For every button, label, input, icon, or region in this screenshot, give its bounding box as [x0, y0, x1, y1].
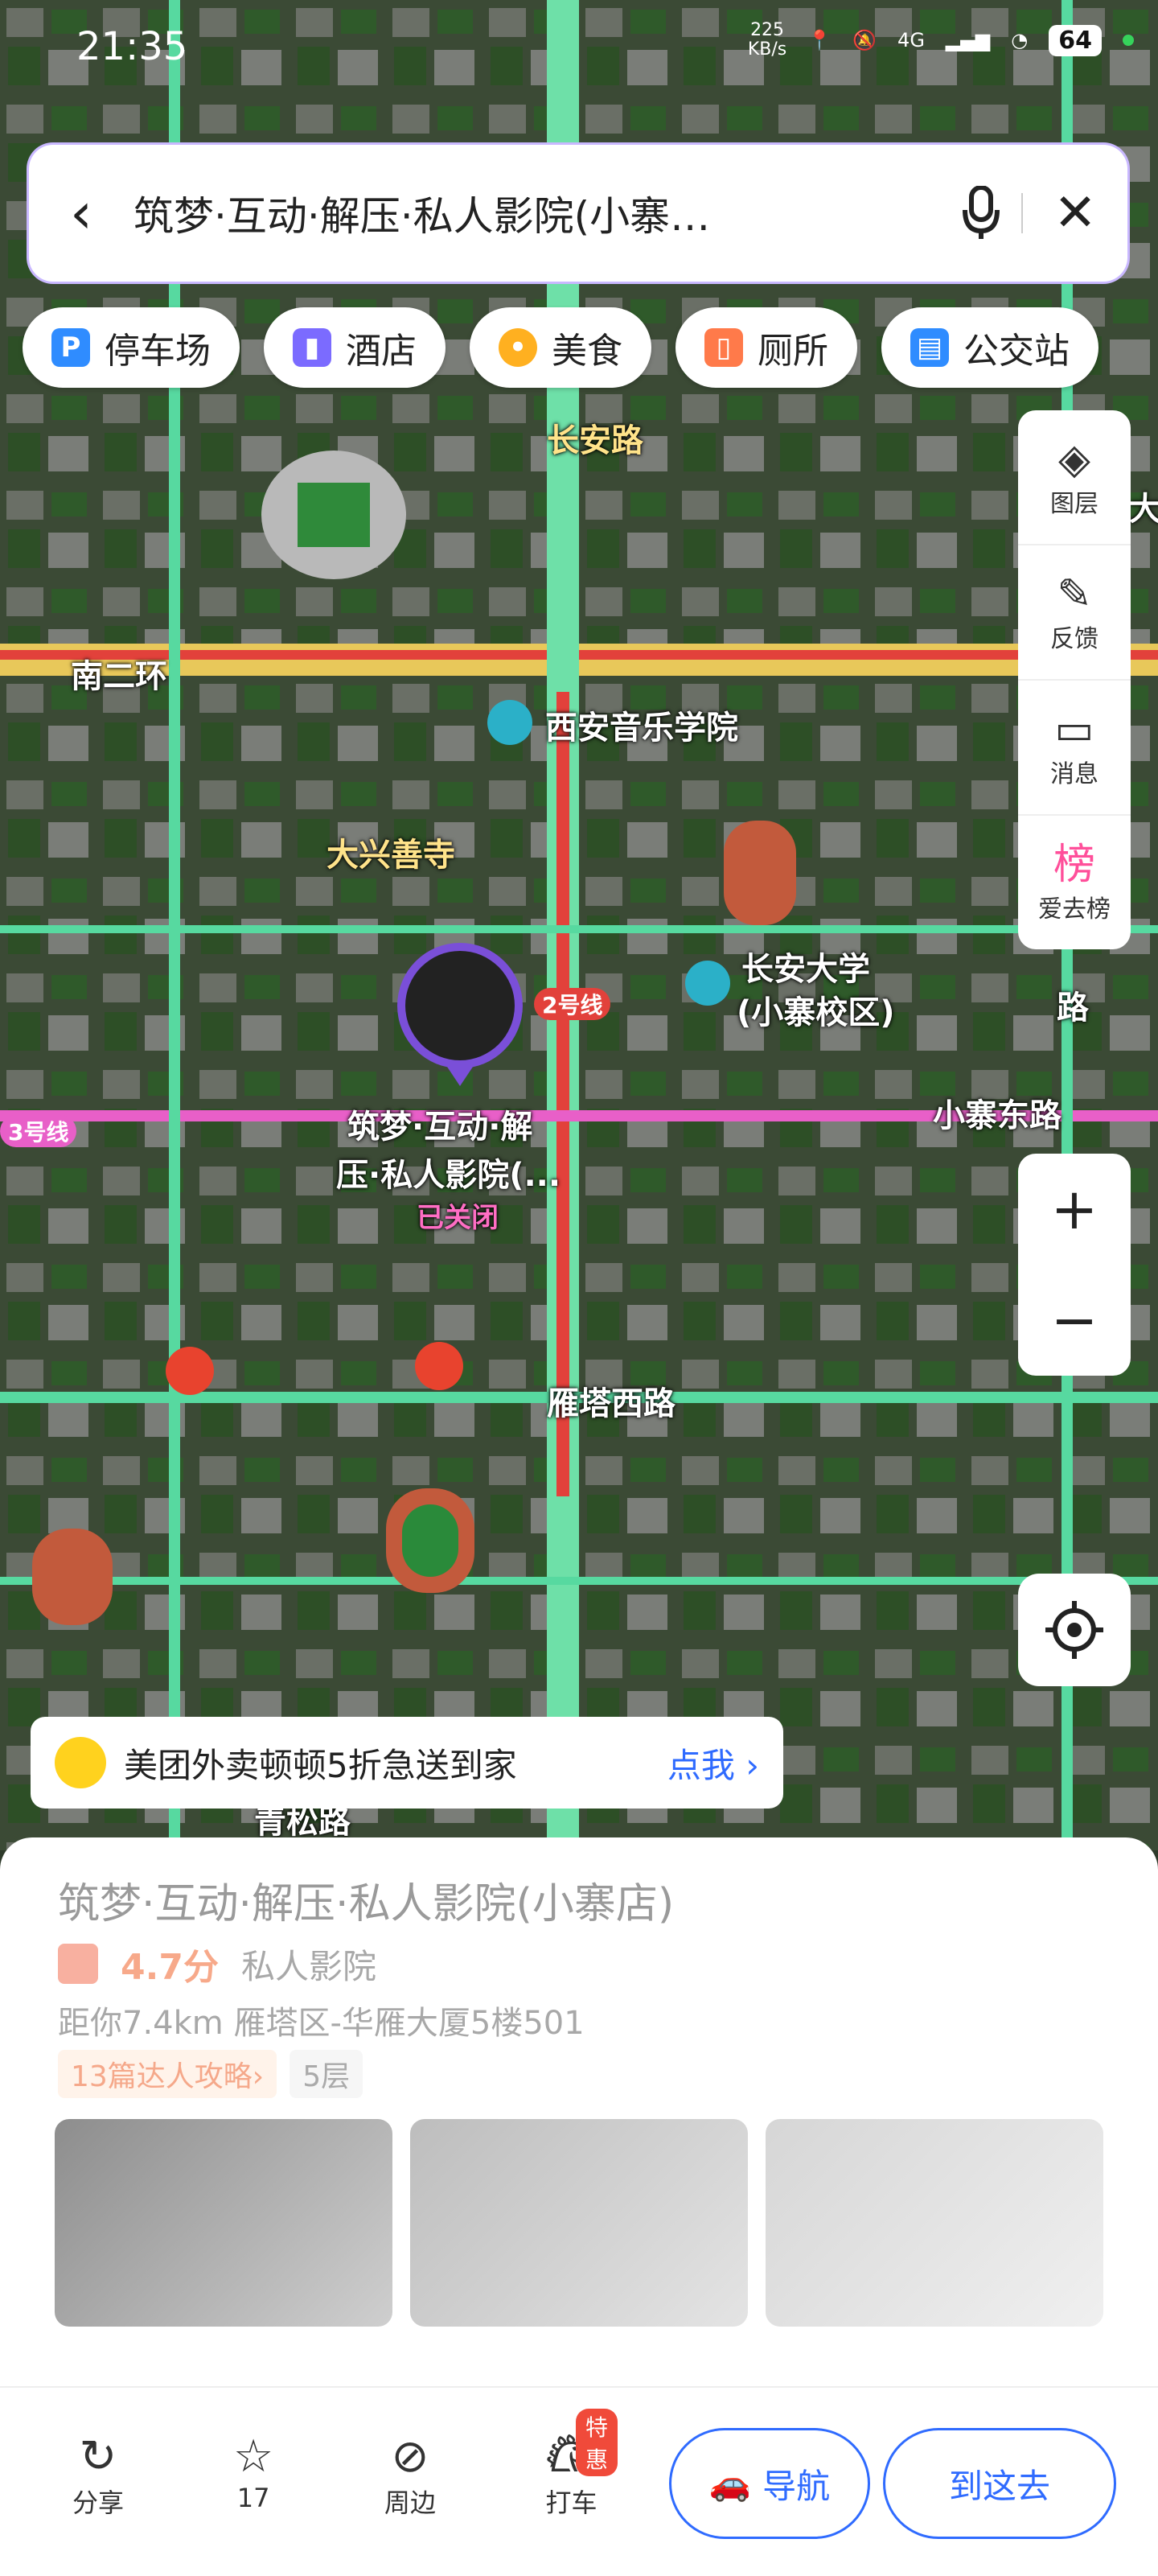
tool-feedback[interactable]: ✎ 反馈	[1018, 545, 1131, 681]
tool-message[interactable]: ▭ 消息	[1018, 681, 1131, 816]
status-time: 21:35	[76, 24, 188, 69]
rating-row: 4.7分 私人影院	[58, 1938, 376, 1990]
road-label-changan: 长安路	[547, 418, 643, 463]
road-label-xiaozhai-east: 小寨东路	[933, 1097, 1062, 1134]
map-tools: ◈ 图层 ✎ 反馈 ▭ 消息 榜爱去榜	[1018, 410, 1131, 949]
poi-status: 已关闭	[417, 1202, 499, 1234]
battery-level: 64	[1049, 24, 1102, 56]
road-label-ring: 南二环	[71, 658, 167, 695]
food-icon: •	[499, 328, 537, 367]
back-icon[interactable]: ‹	[29, 145, 133, 282]
wifi-icon: ◔	[1011, 29, 1029, 51]
ranking-icon: 榜	[1053, 841, 1095, 889]
poi-label-university-sub: (小寨校区)	[737, 994, 895, 1031]
road-label-edge-2: 大	[1129, 491, 1158, 528]
feedback-icon: ✎	[1057, 570, 1092, 619]
bus-stop-icon: ▤	[910, 328, 949, 367]
taxi-badge: 特惠	[576, 2409, 618, 2476]
chip-bus-stop[interactable]: ▤ 公交站	[881, 307, 1098, 388]
action-bar: ↻ 分享 ☆ 17 ⊘ 周边 特惠 𐂃 打车 🚗 导航 到这去	[0, 2386, 1158, 2576]
photo-strip	[55, 2119, 1103, 2327]
go-here-button[interactable]: 到这去	[883, 2428, 1116, 2539]
locate-button[interactable]	[1018, 1574, 1131, 1686]
mute-icon: 🔕	[852, 29, 877, 51]
search-bar[interactable]: ‹ 筑梦·互动·解压·私人影院(小寨… ✕	[29, 145, 1127, 282]
place-title: 筑梦·互动·解压·私人影院(小寨店)	[58, 1880, 675, 1928]
share-icon: ↻	[79, 2430, 117, 2483]
taxi-button[interactable]: 特惠 𐂃 打车	[544, 2409, 618, 2520]
chip-toilet[interactable]: ▯ 厕所	[676, 307, 857, 388]
compass-icon: ⊘	[391, 2430, 429, 2483]
road-label-yanta-west: 雁塔西路	[547, 1385, 676, 1422]
guides-tag[interactable]: 13篇达人攻略›	[58, 2050, 277, 2098]
chip-food[interactable]: • 美食	[470, 307, 651, 388]
close-icon[interactable]: ✕	[1023, 183, 1127, 243]
poi-label-music-college[interactable]: 西安音乐学院	[545, 702, 738, 748]
layers-icon: ◈	[1058, 435, 1090, 484]
poi-label-temple[interactable]: 大兴善寺	[326, 829, 455, 875]
crosshair-icon	[1045, 1601, 1103, 1659]
car-icon: 🚗	[708, 2463, 752, 2503]
hotel-icon: ▮	[293, 328, 331, 367]
rating-icon	[58, 1944, 98, 1984]
place-tags: 13篇达人攻略› 5层	[58, 2050, 363, 2098]
chip-hotel[interactable]: ▮ 酒店	[264, 307, 446, 388]
poi-name-line2[interactable]: 压·私人影院(...	[336, 1149, 561, 1195]
promo-banner[interactable]: 美团外卖顿顿5折急送到家 点我 ›	[31, 1717, 783, 1809]
zoom-control: + −	[1018, 1154, 1131, 1376]
place-photo[interactable]	[410, 2119, 748, 2327]
place-photo[interactable]	[766, 2119, 1103, 2327]
rating-score: 4.7分	[121, 1947, 219, 1988]
place-photo[interactable]	[55, 2119, 392, 2327]
zoom-in-icon[interactable]: +	[1018, 1154, 1131, 1265]
poi-name-line1[interactable]: 筑梦·互动·解	[347, 1101, 532, 1147]
tool-ranking[interactable]: 榜爱去榜	[1018, 816, 1131, 949]
parking-icon: P	[51, 328, 90, 367]
zoom-out-icon[interactable]: −	[1018, 1265, 1131, 1376]
search-query[interactable]: 筑梦·互动·解压·私人影院(小寨…	[133, 184, 941, 242]
star-icon: ☆	[233, 2430, 274, 2483]
privacy-dot-icon	[1123, 35, 1134, 46]
network-speed: 225 KB/s	[747, 20, 787, 60]
poi-label-university[interactable]: 长安大学	[741, 943, 870, 990]
navigate-button[interactable]: 🚗 导航	[669, 2428, 870, 2539]
floor-tag: 5层	[290, 2050, 363, 2098]
metro-line-3-label: 3号线	[0, 1115, 77, 1147]
road-label-edge: 路	[1057, 990, 1089, 1027]
category-chips: P 停车场 ▮ 酒店 • 美食 ▯ 厕所 ▤ 公交站	[23, 307, 1098, 388]
meituan-mascot-icon	[55, 1737, 106, 1788]
nearby-button[interactable]: ⊘ 周边	[384, 2431, 436, 2520]
signal-icon: ▂▄▆	[945, 29, 991, 51]
promo-cta[interactable]: 点我 ›	[667, 1739, 759, 1788]
place-category: 私人影院	[240, 1946, 376, 1986]
share-button[interactable]: ↻ 分享	[72, 2431, 124, 2520]
chip-parking[interactable]: P 停车场	[23, 307, 240, 388]
metro-line-2-label: 2号线	[534, 988, 611, 1020]
tool-layers[interactable]: ◈ 图层	[1018, 410, 1131, 545]
microphone-icon[interactable]	[941, 186, 1021, 241]
status-bar: 21:35 225 KB/s 📍 🔕 4G ▂▄▆ ◔ 64	[0, 0, 1158, 97]
network-type: 4G	[897, 29, 925, 51]
location-icon: 📍	[807, 29, 832, 51]
toilet-icon: ▯	[704, 328, 743, 367]
message-icon: ▭	[1054, 706, 1094, 754]
promo-text: 美团外卖顿顿5折急送到家	[124, 1745, 517, 1785]
place-address: 距你7.4km 雁塔区-华雁大厦5楼501	[58, 2005, 585, 2042]
favorite-button[interactable]: ☆ 17	[233, 2430, 274, 2514]
